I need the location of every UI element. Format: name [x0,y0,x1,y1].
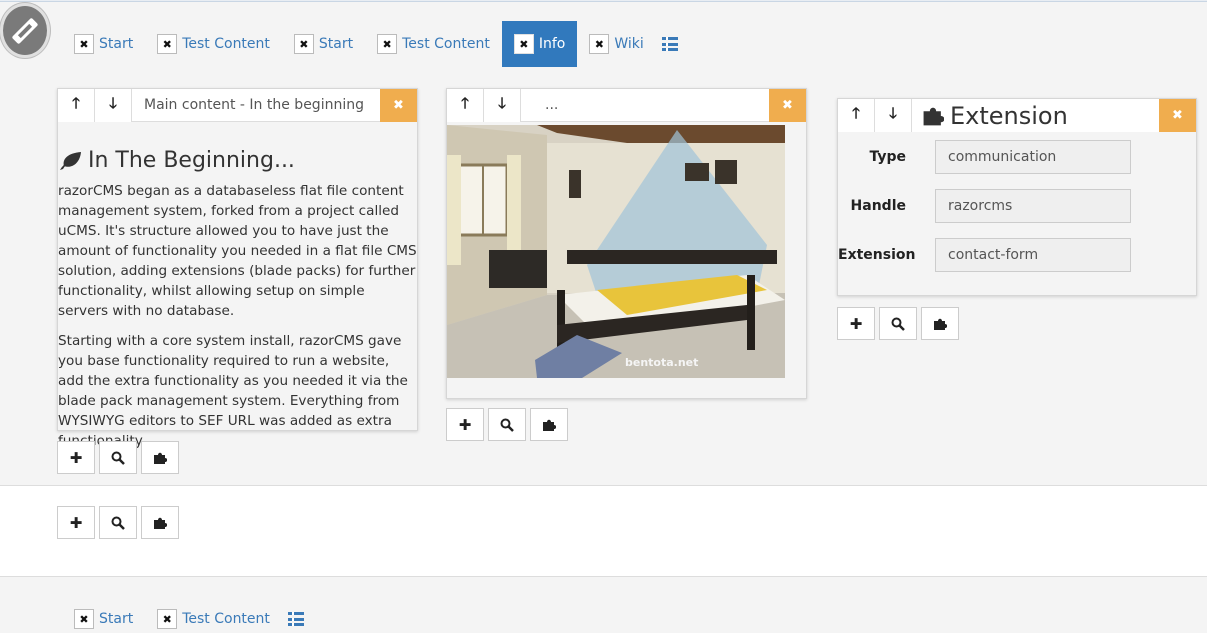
list-icon[interactable] [287,612,304,626]
razor-icon [12,17,38,44]
close-icon[interactable]: ✖ [1159,99,1196,132]
field-extension: Extension contact-form [838,230,1196,279]
close-icon[interactable]: ✖ [589,34,610,54]
close-icon[interactable]: ✖ [380,89,417,122]
menu-item-label: Test Content [182,611,270,627]
close-icon[interactable]: ✖ [513,34,534,54]
close-icon[interactable]: ✖ [157,34,178,54]
field-handle: Handle razorcms [838,181,1196,230]
menu-item-test-content[interactable]: ✖ Test Content [145,21,282,67]
extension-title-text: Extension [950,101,1068,130]
menu-item-label: Test Content [182,36,270,52]
field-label: Handle [850,197,906,214]
puzzle-icon[interactable] [141,441,179,474]
extension-field: contact-form [935,237,1131,272]
menu-item-label: Start [318,36,354,52]
content-panel-main: 🡑 🡓 Main content - In the beginning ✖ In… [57,88,418,449]
handle-field: razorcms [935,188,1131,223]
search-icon[interactable] [99,441,137,474]
arrow-up-icon[interactable]: 🡑 [447,89,484,122]
panel-header: 🡑 🡓 ... ✖ [447,89,806,122]
puzzle-icon [923,107,944,125]
menu-item-label: Test Content [402,36,490,52]
search-icon[interactable] [99,506,137,539]
menu-item-start[interactable]: ✖ Start [62,21,145,67]
menu-item-wiki[interactable]: ✖ Wiki [577,21,655,67]
plus-icon[interactable]: ✚ [837,307,875,340]
panel-title[interactable]: Main content - In the beginning [132,89,380,121]
paragraph: Starting with a core system install, raz… [58,333,408,449]
menu-item-start-2[interactable]: ✖ Start [282,21,365,67]
image-toolbar: ✚ [446,408,572,441]
top-border [0,0,1207,2]
section-toolbar: ✚ [57,506,183,539]
search-icon[interactable] [488,408,526,441]
field-label: Extension [838,246,916,263]
field-type: Type communication [838,132,1196,181]
arrow-down-icon[interactable]: 🡓 [95,89,132,122]
paragraph: razorCMS began as a databaseless flat fi… [58,183,417,319]
list-icon[interactable] [661,37,678,51]
puzzle-icon[interactable] [921,307,959,340]
close-icon[interactable]: ✖ [157,609,178,629]
puzzle-icon[interactable] [141,506,179,539]
plus-icon[interactable]: ✚ [57,506,95,539]
menu-item-label: Start [99,36,134,52]
heading-text: In The Beginning... [88,148,295,173]
panel-title[interactable]: ... [521,89,769,121]
menu-item-label: Wiki [614,36,644,52]
close-icon[interactable]: ✖ [74,609,94,629]
close-icon[interactable]: ✖ [377,34,398,54]
arrow-up-icon[interactable]: 🡑 [838,99,875,132]
extension-title: Extension [912,99,1159,132]
close-icon[interactable]: ✖ [74,34,94,54]
plus-icon[interactable]: ✚ [57,441,95,474]
extension-panel: 🡑 🡓 Extension ✖ Type communication Handl… [837,98,1197,296]
leaf-icon [60,151,81,170]
arrow-up-icon[interactable]: 🡑 [58,89,95,122]
bottom-menu: ✖ Start ✖ Test Content [62,596,304,633]
content-toolbar: ✚ [57,441,183,474]
menu-item-label: Start [99,611,134,627]
photo-watermark: bentota.net [625,356,698,369]
panel-header: 🡑 🡓 Extension ✖ [838,99,1196,132]
arrow-down-icon[interactable]: 🡓 [484,89,521,122]
menu-item-start[interactable]: ✖ Start [62,596,145,633]
top-menu: ✖ Start ✖ Test Content ✖ Start ✖ Test Co… [62,21,678,67]
close-icon[interactable]: ✖ [293,34,314,54]
close-icon[interactable]: ✖ [769,89,806,122]
plus-icon[interactable]: ✚ [446,408,484,441]
arrow-down-icon[interactable]: 🡓 [875,99,912,132]
content-heading: In The Beginning... [58,148,417,173]
menu-item-label: Info [538,36,566,52]
panel-content: In The Beginning... razorCMS began as a … [58,122,417,461]
panel-header: 🡑 🡓 Main content - In the beginning ✖ [58,89,417,122]
menu-item-test-content[interactable]: ✖ Test Content [145,596,282,633]
search-icon[interactable] [879,307,917,340]
extension-toolbar: ✚ [837,307,963,340]
menu-item-test-content-2[interactable]: ✖ Test Content [365,21,502,67]
extension-fields: Type communication Handle razorcms Exten… [838,132,1196,279]
type-field: communication [935,139,1131,174]
field-label: Type [869,148,906,165]
puzzle-icon[interactable] [530,408,568,441]
bedroom-photo: bentota.net [447,125,785,378]
menu-item-info[interactable]: ✖ Info [501,21,578,67]
razorcms-logo-icon[interactable] [0,3,50,58]
